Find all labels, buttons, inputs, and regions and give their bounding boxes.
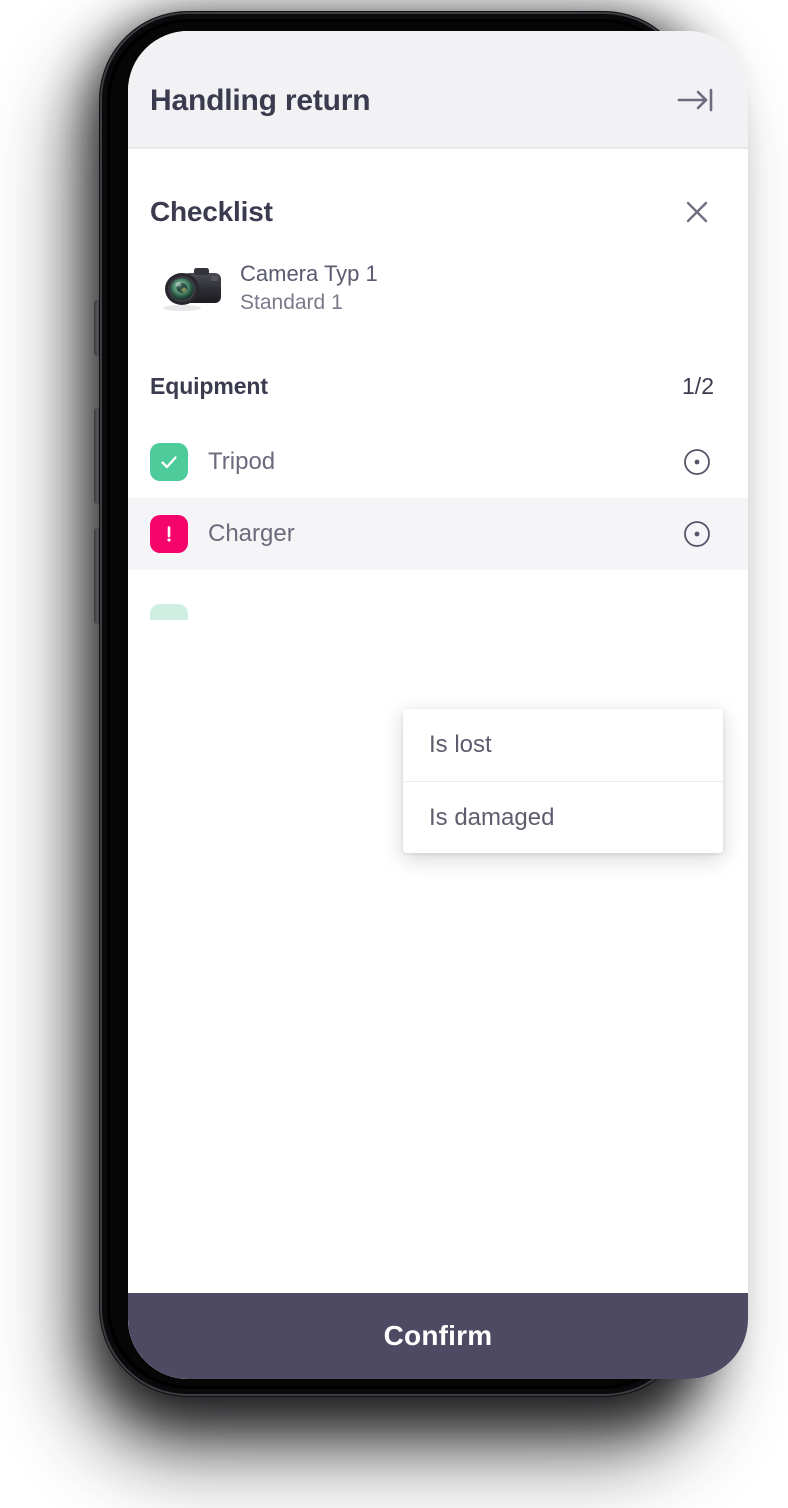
checklist-row-partial[interactable] bbox=[128, 570, 748, 621]
checklist-row-tripod[interactable]: Tripod bbox=[128, 426, 748, 498]
info-dot-icon[interactable] bbox=[680, 445, 714, 479]
close-icon[interactable] bbox=[680, 195, 714, 229]
product-subtitle: Standard 1 bbox=[240, 290, 343, 314]
exclamation-icon[interactable] bbox=[150, 515, 188, 554]
checklist-row-charger[interactable]: Charger bbox=[128, 498, 748, 571]
page-title: Handling return bbox=[150, 84, 371, 117]
check-icon[interactable] bbox=[150, 604, 188, 621]
section-count-badge: 1/2 bbox=[682, 373, 714, 400]
menu-item-is-lost[interactable]: Is lost bbox=[403, 709, 723, 781]
checklist-item-label: Charger bbox=[208, 520, 295, 548]
phone-screen: Handling return Checklist Camera Typ 1 S… bbox=[128, 31, 748, 1379]
section-header-equipment: Equipment 1/2 bbox=[128, 315, 748, 400]
sheet-title: Checklist bbox=[150, 196, 273, 227]
checklist-rows: Tripod Charger bbox=[128, 426, 748, 621]
section-title: Equipment bbox=[150, 373, 268, 400]
checklist-item-label: Tripod bbox=[208, 448, 276, 476]
row-context-menu: Is lost Is damaged bbox=[403, 709, 723, 853]
screenshot-root: Handling return Checklist Camera Typ 1 S… bbox=[0, 0, 788, 1508]
product-name: Camera Typ 1 bbox=[240, 261, 378, 286]
confirm-button[interactable]: Confirm bbox=[128, 1293, 748, 1379]
product-row: Camera Typ 1 Standard 1 bbox=[128, 239, 748, 315]
camera-thumbnail bbox=[162, 262, 224, 314]
check-icon[interactable] bbox=[150, 443, 188, 482]
arrow-to-line-icon[interactable] bbox=[676, 66, 716, 114]
product-text: Camera Typ 1 Standard 1 bbox=[240, 261, 378, 315]
menu-item-is-damaged[interactable]: Is damaged bbox=[403, 781, 723, 853]
app-header: Handling return bbox=[128, 31, 748, 163]
sheet-header: Checklist bbox=[128, 185, 748, 239]
checklist-sheet: Checklist Camera Typ 1 Standard 1 Equipm… bbox=[128, 149, 748, 1379]
confirm-button-label: Confirm bbox=[383, 1320, 493, 1351]
info-dot-icon[interactable] bbox=[680, 517, 714, 551]
